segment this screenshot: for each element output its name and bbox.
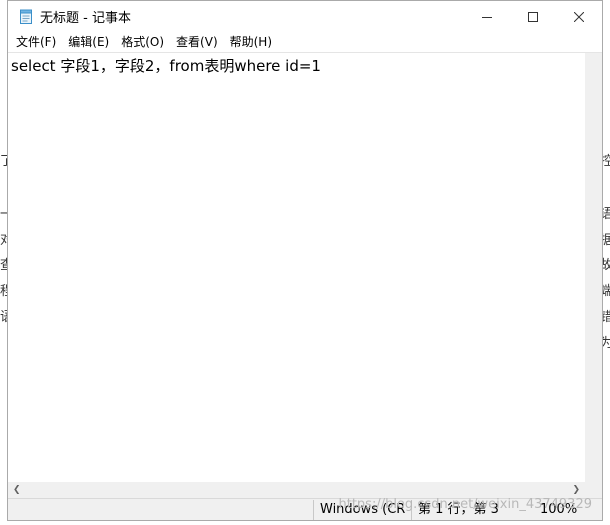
menu-bar: 文件(F) 编辑(E) 格式(O) 查看(V) 帮助(H) [8,32,602,52]
window-title: 无标题 - 记事本 [40,11,131,26]
title-bar[interactable]: 无标题 - 记事本 [8,1,602,32]
menu-help[interactable]: 帮助(H) [224,32,278,52]
minimize-button[interactable] [464,1,510,32]
scroll-left-icon[interactable]: ❮ [13,485,21,495]
editor-text[interactable]: select 字段1，字段2，from表明where id=1 [11,55,585,482]
minimize-icon [482,16,492,18]
menu-edit[interactable]: 编辑(E) [62,32,115,52]
menu-format[interactable]: 格式(O) [115,32,170,52]
notepad-icon [20,9,32,24]
menu-view[interactable]: 查看(V) [170,32,224,52]
notepad-window: 无标题 - 记事本 文件(F) 编辑(E) 格式(O) 查看(V) 帮助(H) … [7,0,603,521]
vertical-scrollbar[interactable] [585,53,602,482]
watermark-text: https://blog.csdn.net/weixin_43749329 [338,497,592,512]
close-icon [574,11,584,22]
close-button[interactable] [556,1,602,32]
maximize-icon [528,11,538,22]
scroll-right-icon[interactable]: ❯ [572,485,580,495]
menu-file[interactable]: 文件(F) [10,32,62,52]
maximize-button[interactable] [510,1,556,32]
text-editor[interactable]: select 字段1，字段2，from表明where id=1 ❮ ❯ [8,52,602,499]
